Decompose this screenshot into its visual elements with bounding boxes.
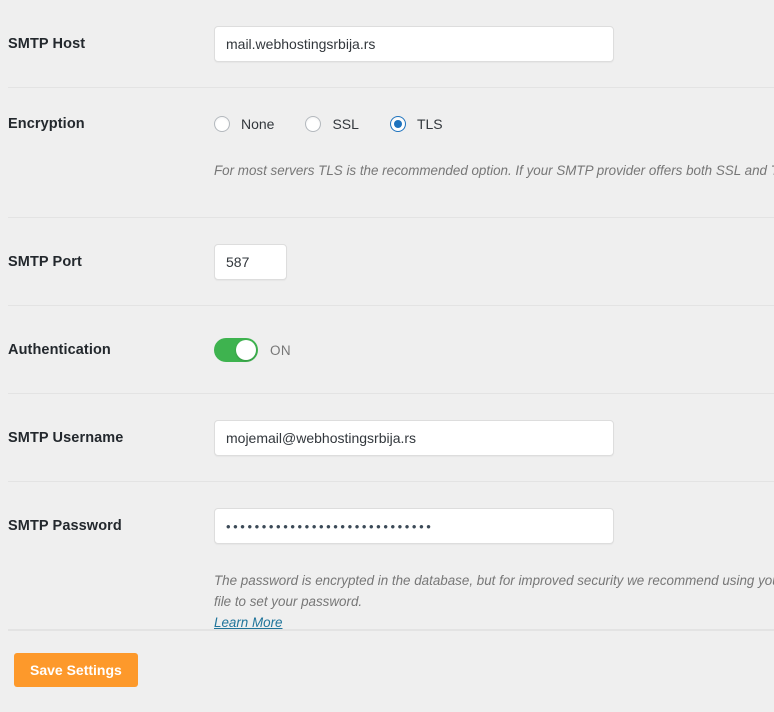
authentication-toggle[interactable] (214, 338, 258, 362)
authentication-label: Authentication (8, 342, 111, 358)
smtp-password-learn-more-link[interactable]: Learn More (214, 615, 774, 630)
field-row-encryption: Encryption None SSL TLS For most servers… (8, 88, 774, 218)
smtp-password-label: SMTP Password (8, 518, 122, 534)
encryption-option-ssl[interactable]: SSL (305, 116, 359, 132)
smtp-host-input[interactable] (214, 26, 614, 62)
encryption-radio-group: None SSL TLS (214, 116, 443, 132)
field-row-authentication: Authentication ON (8, 306, 774, 394)
smtp-username-input[interactable] (214, 420, 614, 456)
radio-unchecked-icon[interactable] (305, 116, 322, 132)
smtp-password-control: The password is encrypted in the databas… (214, 482, 774, 630)
authentication-toggle-line: ON (214, 306, 774, 394)
radio-unchecked-icon[interactable] (214, 116, 230, 132)
smtp-port-input[interactable] (214, 244, 287, 280)
toggle-knob-icon (236, 340, 256, 360)
form-footer: Save Settings (8, 630, 774, 698)
smtp-username-input-line (214, 394, 774, 482)
smtp-host-control (214, 0, 774, 88)
smtp-username-label: SMTP Username (8, 430, 124, 446)
radio-checked-icon[interactable] (389, 116, 406, 132)
authentication-state-label: ON (270, 342, 292, 358)
authentication-control: ON (214, 306, 774, 394)
save-settings-button[interactable]: Save Settings (14, 653, 138, 687)
smtp-password-input-line (214, 482, 774, 570)
smtp-password-help-text: The password is encrypted in the databas… (214, 573, 774, 609)
encryption-help-text: For most servers TLS is the recommended … (214, 163, 774, 178)
field-row-smtp-port: SMTP Port (8, 218, 774, 306)
encryption-label: Encryption (8, 116, 85, 132)
encryption-option-none[interactable]: None (214, 116, 274, 132)
smtp-password-input[interactable] (214, 508, 614, 544)
smtp-username-control (214, 394, 774, 482)
encryption-control: None SSL TLS For most servers TLS is the… (214, 88, 774, 181)
smtp-settings-form: SMTP Host Encryption None SSL (0, 0, 774, 698)
smtp-port-input-line (214, 218, 774, 306)
encryption-options-line: None SSL TLS (214, 88, 774, 160)
smtp-host-input-line (214, 0, 774, 88)
smtp-host-label: SMTP Host (8, 36, 86, 52)
smtp-port-label: SMTP Port (8, 254, 82, 270)
encryption-option-ssl-label: SSL (332, 116, 359, 132)
field-row-smtp-host: SMTP Host (8, 0, 774, 88)
encryption-option-tls-label: TLS (416, 116, 443, 132)
field-row-smtp-password: SMTP Password The password is encrypted … (8, 482, 774, 630)
encryption-option-tls[interactable]: TLS (389, 116, 443, 132)
encryption-option-none-label: None (241, 116, 275, 132)
authentication-toggle-wrap: ON (214, 338, 291, 362)
smtp-port-control (214, 218, 774, 306)
field-row-smtp-username: SMTP Username (8, 394, 774, 482)
